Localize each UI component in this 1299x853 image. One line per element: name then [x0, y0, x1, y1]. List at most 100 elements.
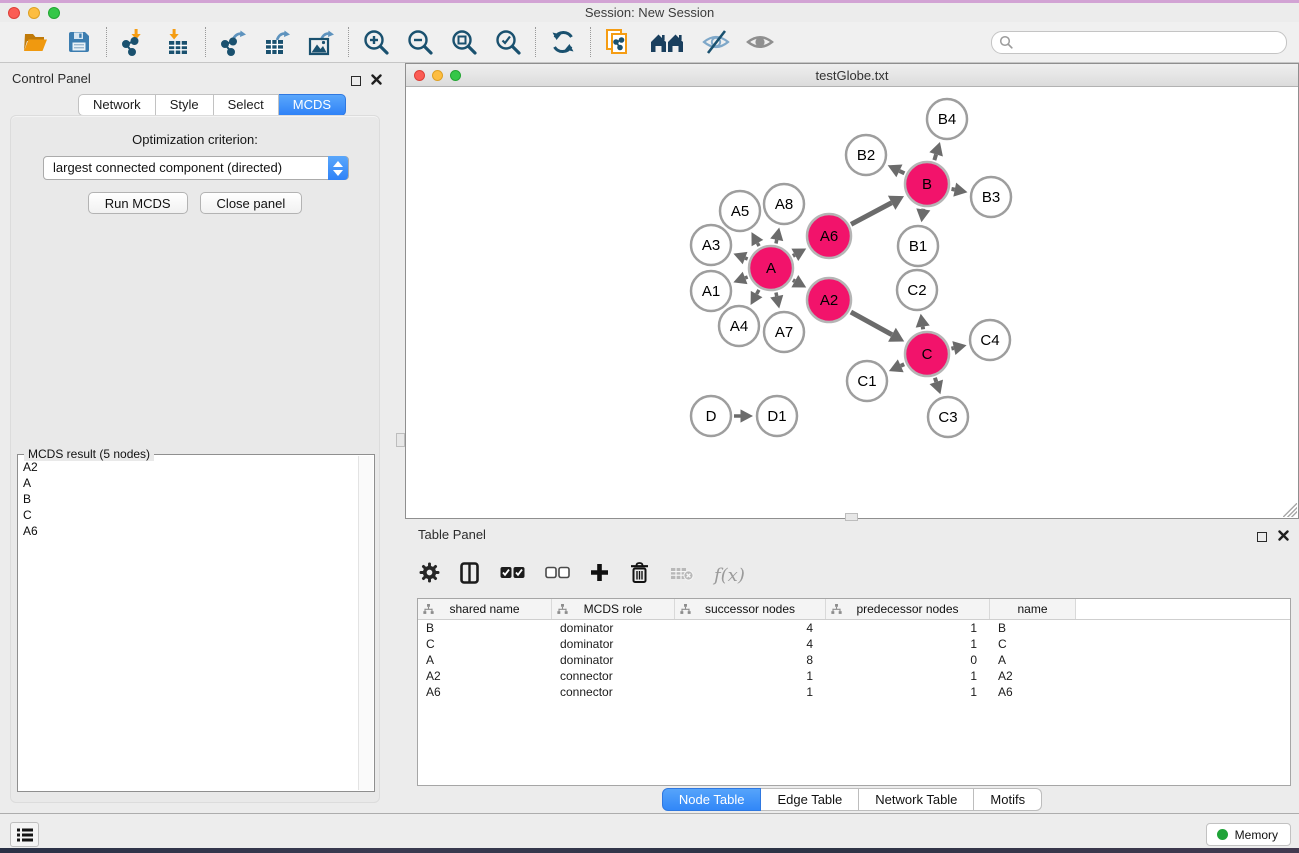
resize-grip-icon[interactable]: [1283, 503, 1297, 517]
node-label-A2: A2: [820, 292, 838, 309]
edge-B-B2[interactable]: [899, 171, 904, 173]
edge-B-B4[interactable]: [934, 154, 936, 160]
result-item[interactable]: A2: [18, 459, 358, 475]
result-item[interactable]: C: [18, 507, 358, 523]
edge-A-A1[interactable]: [745, 277, 748, 278]
table-cell: connector: [552, 684, 675, 700]
add-column-icon[interactable]: [590, 563, 609, 587]
hide-panels-icon[interactable]: [701, 27, 731, 57]
table-row[interactable]: A6connector11A6: [418, 684, 1290, 700]
export-table-icon[interactable]: [262, 27, 292, 57]
column-header-MCDS-role[interactable]: MCDS role: [552, 599, 675, 619]
edge-A-A6[interactable]: [793, 255, 795, 256]
table-cell: C: [990, 636, 1076, 652]
table-body: Bdominator41BCdominator41CAdominator80AA…: [418, 620, 1290, 700]
tab-mcds[interactable]: MCDS: [279, 94, 346, 116]
show-panel-list-button[interactable]: [10, 822, 39, 847]
result-item[interactable]: A6: [18, 523, 358, 539]
control-panel: Control Panel Network Style Select MCDS …: [0, 63, 390, 813]
run-mcds-button[interactable]: Run MCDS: [88, 192, 188, 214]
zoom-selected-icon[interactable]: [493, 27, 523, 57]
network-window-title: testGlobe.txt: [406, 68, 1298, 83]
tab-node-table[interactable]: Node Table: [662, 788, 762, 811]
search-icon: [999, 35, 1013, 54]
search-input[interactable]: [991, 31, 1287, 54]
tab-select[interactable]: Select: [214, 94, 279, 116]
edge-B-B3[interactable]: [951, 189, 954, 190]
close-panel-icon[interactable]: [371, 72, 382, 90]
tab-edge-table[interactable]: Edge Table: [761, 788, 859, 811]
table-row[interactable]: Adominator80A: [418, 652, 1290, 668]
settings-gear-icon[interactable]: [419, 562, 440, 588]
network-view-window: testGlobe.txt B4B2BB3A5A8A6A3B1AA1C2A2A4…: [405, 63, 1299, 519]
edge-A-A7[interactable]: [776, 292, 777, 296]
float-panel-icon[interactable]: [351, 76, 361, 86]
node-label-C: C: [922, 346, 933, 363]
deselect-all-icon[interactable]: [545, 566, 570, 584]
table-cell: 1: [826, 620, 990, 636]
edge-C-C3[interactable]: [935, 378, 936, 382]
table-row[interactable]: A2connector11A2: [418, 668, 1290, 684]
network-window-titlebar[interactable]: testGlobe.txt: [406, 64, 1298, 87]
edge-A-A3[interactable]: [745, 258, 748, 259]
result-item[interactable]: B: [18, 491, 358, 507]
table-cell: 1: [826, 636, 990, 652]
edge-A6-B[interactable]: [851, 203, 892, 225]
home-view-icon[interactable]: [647, 27, 687, 57]
column-header-predecessor-nodes[interactable]: predecessor nodes: [826, 599, 990, 619]
vertical-split-handle[interactable]: [396, 433, 405, 447]
edge-C-C1[interactable]: [901, 364, 904, 366]
node-label-C4: C4: [980, 332, 999, 349]
network-canvas[interactable]: B4B2BB3A5A8A6A3B1AA1C2A2A4A7C4CC1C3DD1: [406, 87, 1298, 518]
float-table-panel-icon[interactable]: [1257, 532, 1267, 542]
select-stepper-icon[interactable]: [328, 156, 348, 180]
function-builder-icon: f(x): [714, 565, 745, 586]
column-header-shared-name[interactable]: shared name: [418, 599, 552, 619]
table-cell: B: [990, 620, 1076, 636]
node-label-B: B: [922, 176, 932, 193]
tab-network[interactable]: Network: [78, 94, 156, 116]
column-header-successor-nodes[interactable]: successor nodes: [675, 599, 826, 619]
table-cell: connector: [552, 668, 675, 684]
optimization-criterion-label: Optimization criterion:: [11, 132, 379, 147]
edge-A-A4[interactable]: [757, 290, 759, 294]
column-layout-icon[interactable]: [460, 562, 480, 589]
delete-column-trash-icon[interactable]: [629, 561, 650, 589]
refresh-layout-icon[interactable]: [548, 27, 578, 57]
node-label-A8: A8: [775, 196, 793, 213]
node-label-C3: C3: [938, 409, 957, 426]
edge-C-C4[interactable]: [951, 348, 953, 349]
zoom-fit-icon[interactable]: [449, 27, 479, 57]
open-file-icon[interactable]: [20, 27, 50, 57]
tab-style[interactable]: Style: [156, 94, 214, 116]
memory-button[interactable]: Memory: [1206, 823, 1291, 846]
show-panels-icon[interactable]: [745, 27, 775, 57]
export-network-icon[interactable]: [218, 27, 248, 57]
table-row[interactable]: Bdominator41B: [418, 620, 1290, 636]
node-label-A6: A6: [820, 228, 838, 245]
horizontal-split-handle[interactable]: [845, 513, 858, 521]
duplicate-network-icon[interactable]: [603, 27, 633, 57]
memory-label: Memory: [1235, 828, 1278, 842]
import-table-icon[interactable]: [163, 27, 193, 57]
tab-motifs[interactable]: Motifs: [974, 788, 1042, 811]
table-row[interactable]: Cdominator41C: [418, 636, 1290, 652]
edge-A-A5[interactable]: [757, 243, 759, 246]
result-scrollbar[interactable]: [358, 456, 373, 790]
select-all-icon[interactable]: [500, 566, 525, 584]
zoom-out-icon[interactable]: [405, 27, 435, 57]
zoom-in-icon[interactable]: [361, 27, 391, 57]
column-header-name[interactable]: name: [990, 599, 1076, 619]
table-tabs: Node Table Edge Table Network Table Moti…: [405, 788, 1299, 811]
optimization-criterion-select[interactable]: largest connected component (directed): [43, 156, 349, 180]
import-network-icon[interactable]: [119, 27, 149, 57]
tab-network-table[interactable]: Network Table: [859, 788, 974, 811]
close-table-panel-icon[interactable]: [1278, 528, 1289, 546]
edge-A-A8[interactable]: [776, 240, 777, 244]
edge-A2-C[interactable]: [851, 312, 892, 335]
close-panel-button[interactable]: Close panel: [200, 192, 303, 214]
result-item[interactable]: A: [18, 475, 358, 491]
save-session-icon[interactable]: [64, 27, 94, 57]
edge-A-A2[interactable]: [793, 280, 795, 281]
export-image-icon[interactable]: [306, 27, 336, 57]
